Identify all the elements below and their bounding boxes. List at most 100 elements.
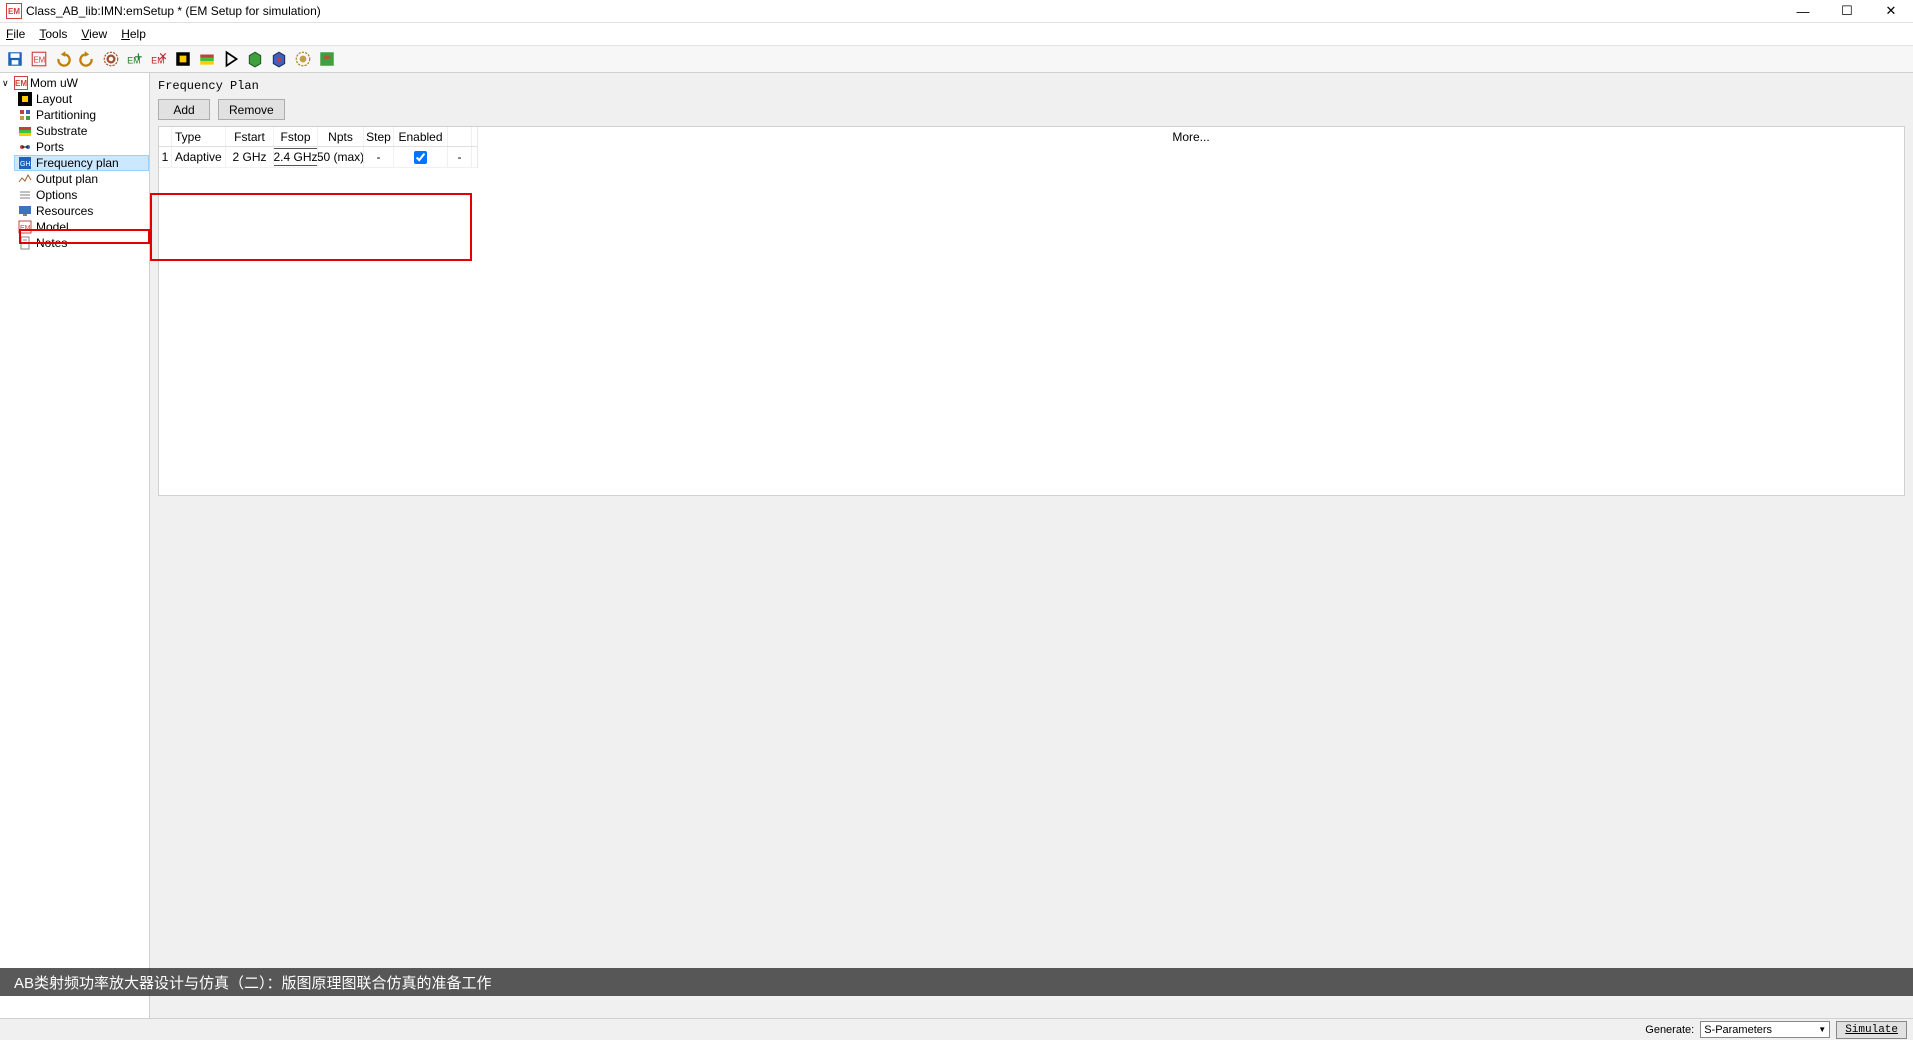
app-icon: EM xyxy=(6,3,22,19)
em-icon: EM xyxy=(14,76,28,90)
fstop-input[interactable]: 2.4 GHz xyxy=(274,148,318,166)
menu-tools[interactable]: Tools xyxy=(39,27,67,41)
sidebar-item-resources[interactable]: Resources xyxy=(14,203,149,219)
generate-value: S-Parameters xyxy=(1704,1024,1772,1036)
toolbar: EM EM EM xyxy=(0,45,1913,73)
sidebar-label: Frequency plan xyxy=(36,156,119,170)
menu-file[interactable]: File xyxy=(6,27,25,41)
partitioning-icon xyxy=(18,108,32,122)
sidebar-label: Partitioning xyxy=(36,108,96,122)
sidebar-label: Layout xyxy=(36,92,72,106)
col-type[interactable]: Type xyxy=(172,127,226,146)
simulate-button[interactable]: Simulate xyxy=(1836,1021,1907,1039)
save-icon[interactable] xyxy=(4,48,26,70)
sidebar-item-options[interactable]: Options xyxy=(14,187,149,203)
tree-root[interactable]: ∨ EM Mom uW xyxy=(0,75,149,91)
cell-type[interactable]: Adaptive xyxy=(172,147,226,167)
col-fstop[interactable]: Fstop xyxy=(274,127,318,146)
redo-icon[interactable] xyxy=(76,48,98,70)
content-panel: Frequency Plan Add Remove Type Fstart Fs… xyxy=(150,73,1913,1018)
window-controls: — ☐ ✕ xyxy=(1781,0,1913,23)
sidebar-label: Substrate xyxy=(36,124,87,138)
substrate-node-icon xyxy=(18,124,32,138)
gear-icon[interactable] xyxy=(100,48,122,70)
sidebar-label: Resources xyxy=(36,204,93,218)
tree-root-label: Mom uW xyxy=(30,76,78,90)
cell-index: 1 xyxy=(159,147,172,167)
dropdown-icon: ▼ xyxy=(1815,1025,1829,1034)
menu-help[interactable]: Help xyxy=(121,27,146,41)
cell-enabled[interactable] xyxy=(394,147,448,167)
video-caption: AB类射频功率放大器设计与仿真（二）：版图原理图联合仿真的准备工作 xyxy=(0,968,1913,996)
main-area: ∨ EM Mom uW Layout Partitioning Substrat… xyxy=(0,73,1913,1018)
maximize-button[interactable]: ☐ xyxy=(1825,0,1869,23)
minimize-button[interactable]: — xyxy=(1781,0,1825,23)
remove-button[interactable]: Remove xyxy=(218,99,285,120)
col-index xyxy=(159,127,172,146)
resources-icon xyxy=(18,204,32,218)
app-window: EM Class_AB_lib:IMN:emSetup * (EM Setup … xyxy=(0,0,1913,1040)
sidebar-item-model[interactable]: EM Model xyxy=(14,219,149,235)
add-button[interactable]: Add xyxy=(158,99,210,120)
frequency-icon: GHz xyxy=(18,156,32,170)
col-last xyxy=(448,127,472,146)
gear2-icon[interactable] xyxy=(292,48,314,70)
col-fstart[interactable]: Fstart xyxy=(226,127,274,146)
col-step[interactable]: Step xyxy=(364,127,394,146)
more-column[interactable]: More... xyxy=(477,127,1904,168)
em-settings-icon[interactable]: EM xyxy=(28,48,50,70)
cell-step[interactable]: - xyxy=(364,147,394,167)
em-green-icon[interactable]: EM xyxy=(124,48,146,70)
box-multi-icon[interactable] xyxy=(268,48,290,70)
svg-text:GHz: GHz xyxy=(20,161,32,168)
sidebar-label: Options xyxy=(36,188,77,202)
model-icon: EM xyxy=(18,220,32,234)
sidebar: ∨ EM Mom uW Layout Partitioning Substrat… xyxy=(0,73,150,1018)
tree-expand-icon[interactable]: ∨ xyxy=(2,78,12,89)
sidebar-label: Ports xyxy=(36,140,64,154)
cell-npts[interactable]: 50 (max) xyxy=(318,147,364,167)
output-icon xyxy=(18,172,32,186)
menu-view[interactable]: View xyxy=(81,27,107,41)
sidebar-label: Notes xyxy=(36,236,67,250)
sidebar-item-ports[interactable]: Ports xyxy=(14,139,149,155)
sidebar-item-layout[interactable]: Layout xyxy=(14,91,149,107)
table-header: Type Fstart Fstop Npts Step Enabled xyxy=(159,127,477,147)
button-row: Add Remove xyxy=(158,99,1905,120)
undo-icon[interactable] xyxy=(52,48,74,70)
sidebar-item-notes[interactable]: Notes xyxy=(14,235,149,251)
layout-icon[interactable] xyxy=(172,48,194,70)
substrate-icon[interactable] xyxy=(196,48,218,70)
col-npts[interactable]: Npts xyxy=(318,127,364,146)
options-icon xyxy=(18,188,32,202)
notes-icon xyxy=(18,236,32,250)
close-button[interactable]: ✕ xyxy=(1869,0,1913,23)
col-enabled[interactable]: Enabled xyxy=(394,127,448,146)
frequency-table: Type Fstart Fstop Npts Step Enabled 1 Ad… xyxy=(158,126,1905,496)
svg-text:EM: EM xyxy=(33,55,45,64)
box-green-icon[interactable] xyxy=(244,48,266,70)
panel-title: Frequency Plan xyxy=(158,77,1905,99)
cell-fstop[interactable]: 2.4 GHz xyxy=(274,147,318,167)
table-row[interactable]: 1 Adaptive 2 GHz 2.4 GHz 50 (max) - - xyxy=(159,147,477,168)
sidebar-label: Model xyxy=(36,220,69,234)
sidebar-item-frequency-plan[interactable]: GHz Frequency plan xyxy=(14,155,149,171)
model-green-icon[interactable] xyxy=(316,48,338,70)
ports-icon xyxy=(18,140,32,154)
titlebar: EM Class_AB_lib:IMN:emSetup * (EM Setup … xyxy=(0,0,1913,23)
cell-last: - xyxy=(448,147,472,167)
generate-label: Generate: xyxy=(1645,1024,1694,1036)
cell-fstart[interactable]: 2 GHz xyxy=(226,147,274,167)
more-label: More... xyxy=(1172,130,1209,168)
statusbar: Generate: S-Parameters ▼ Simulate xyxy=(0,1018,1913,1040)
svg-text:EM: EM xyxy=(20,225,31,232)
sidebar-item-output-plan[interactable]: Output plan xyxy=(14,171,149,187)
sidebar-item-substrate[interactable]: Substrate xyxy=(14,123,149,139)
generate-select[interactable]: S-Parameters ▼ xyxy=(1700,1021,1830,1038)
run-icon[interactable] xyxy=(220,48,242,70)
enabled-checkbox[interactable] xyxy=(414,151,427,164)
sidebar-item-partitioning[interactable]: Partitioning xyxy=(14,107,149,123)
sidebar-label: Output plan xyxy=(36,172,98,186)
window-title: Class_AB_lib:IMN:emSetup * (EM Setup for… xyxy=(26,4,321,18)
em-red-icon[interactable]: EM xyxy=(148,48,170,70)
